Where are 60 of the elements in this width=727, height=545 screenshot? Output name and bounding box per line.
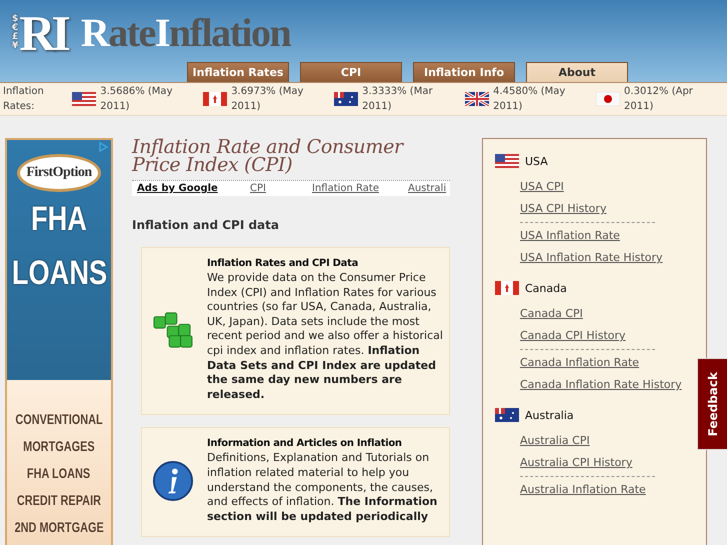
flag-icon — [203, 92, 228, 106]
nav-tab[interactable]: CPI — [300, 62, 402, 82]
ad-link[interactable]: CPI — [250, 183, 312, 194]
feedback-tab[interactable]: Feedback — [697, 358, 727, 450]
country-link[interactable]: Australia CPI History — [520, 452, 632, 474]
currency-symbol: $ — [12, 15, 18, 24]
rate-value: 4.4580% (May 2011) — [493, 85, 566, 114]
nav-tab[interactable]: Inflation Rates — [187, 62, 289, 82]
flag-icon — [334, 92, 358, 106]
currency-symbol: £ — [12, 33, 18, 42]
logo-wordmark: RateInflation — [80, 9, 290, 57]
logo-initials: RI — [19, 8, 68, 58]
currency-symbol: ¥ — [12, 42, 18, 51]
ad-service-text: 2ND MORTGAGE — [14, 518, 104, 537]
ads-by-google-link[interactable]: Ads by Google — [137, 183, 250, 194]
country-link[interactable]: Canada CPI — [520, 303, 583, 325]
country-name: Australia — [525, 408, 574, 422]
country-link[interactable]: USA Inflation Rate History — [520, 247, 663, 269]
country-link[interactable]: USA Inflation Rate — [520, 225, 620, 247]
cubes-icon — [152, 311, 194, 350]
flag-icon — [495, 281, 519, 295]
rate-value: 0.3012% (Apr 2011) — [624, 85, 694, 114]
ad-service-text: CREDIT REPAIR — [16, 491, 102, 510]
card-description: Definitions, Explanation and Tutorials on inflation related material to help you understand the components, the causes, and effects of inflation. The Information section will be updated periodically — [207, 451, 438, 524]
nav-tab[interactable]: Inflation Info — [413, 62, 515, 82]
card-title: Information and Articles on Inflation — [207, 438, 403, 450]
card-description: We provide data on the Consumer Price Index (CPI) and Inflation Rates for various countries (so far USA, Canada, Australia, UK, Japan). Data sets include the most recent period and we also offer a historical cpi index and inflation rates. Inflation Data Sets and CPI Index are updated the same day new numbers are released. — [207, 271, 443, 402]
country-link[interactable]: USA CPI — [520, 176, 564, 198]
brand-logo: FirstOption — [17, 154, 101, 192]
page-title: Inflation Rate and Consumer Price Index (CPI) — [132, 138, 405, 174]
card-title: Inflation Rates and CPI Data — [207, 258, 360, 269]
ad-choices-icon — [97, 141, 109, 153]
country-link[interactable]: Australia CPI — [520, 430, 590, 452]
country-link[interactable]: Australia Inflation Rate — [520, 479, 646, 501]
nav-tab[interactable]: About — [526, 62, 628, 82]
flag-icon — [495, 408, 519, 422]
flag-icon — [596, 92, 620, 106]
ad-service-text: CONVENTIONAL — [15, 410, 103, 429]
rate-value: 3.5686% (May 2011) — [100, 85, 174, 114]
ad-service-text: MORTGAGES — [23, 437, 95, 456]
flag-icon — [465, 92, 490, 106]
currency-symbol: € — [12, 24, 18, 33]
flag-icon — [72, 92, 96, 106]
country-link[interactable]: Canada Inflation Rate — [520, 352, 640, 374]
country-link[interactable]: USA CPI History — [520, 198, 606, 220]
country-link[interactable]: Canada CPI History — [520, 325, 626, 347]
country-link[interactable]: Canada Inflation Rate History — [520, 374, 682, 396]
section-heading: Inflation and CPI data — [132, 218, 280, 232]
rate-value: 3.6973% (May 2011) — [231, 85, 304, 114]
flag-icon — [495, 154, 519, 168]
ad-link[interactable]: Australi — [408, 183, 446, 194]
country-name: Canada — [525, 282, 567, 294]
ad-headline: LOANS — [11, 253, 107, 294]
rate-value: 3.3333% (Mar 2011) — [362, 85, 434, 114]
country-name: USA — [525, 154, 548, 168]
ad-service-text: FHA LOANS — [27, 464, 91, 483]
ad-link[interactable]: Inflation Rate — [312, 183, 408, 194]
rates-label: Inflation Rates: — [3, 85, 45, 114]
info-icon — [152, 460, 194, 502]
ad-headline: FHA — [31, 199, 87, 240]
